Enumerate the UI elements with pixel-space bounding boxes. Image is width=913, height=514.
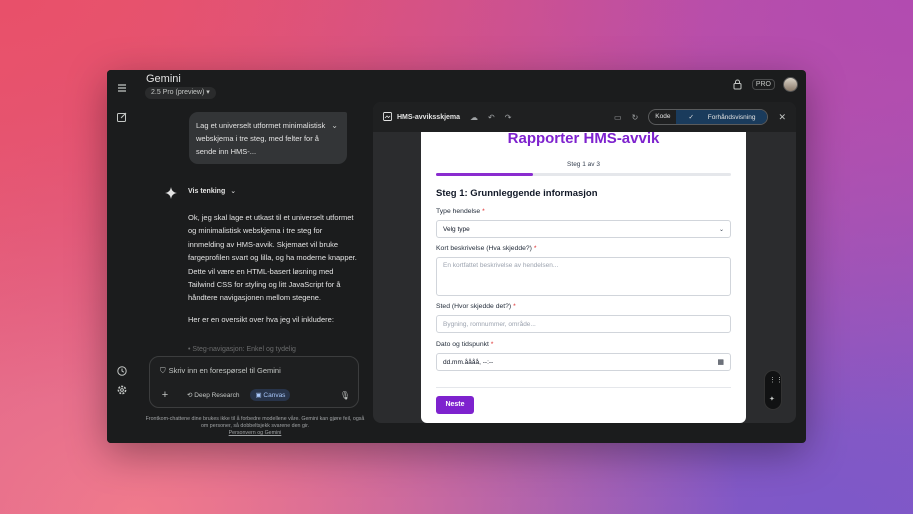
show-thinking-toggle[interactable]: Vis tenking ⌄ [188, 187, 236, 195]
user-message: Lag et universelt utformet minimalistisk… [189, 112, 347, 164]
redo-icon[interactable]: ↷ [505, 113, 512, 122]
reply-paragraph: Ok, jeg skal lage et utkast til et unive… [188, 213, 357, 303]
canvas-button[interactable]: ▣ Canvas [250, 389, 291, 401]
date-label-text: Dato og tidspunkt [436, 341, 489, 348]
gemini-spark-icon [165, 186, 177, 199]
shield-icon: ⛉ [160, 366, 166, 375]
app-title: Gemini [146, 73, 181, 85]
close-icon[interactable]: ✕ [778, 112, 786, 123]
description-label: Kort beskrivelse (Hva skjedde?) * [436, 245, 537, 252]
prompt-tools: + ⟲ Deep Research ▣ Canvas 🎙 [158, 387, 350, 403]
place-label-text: Sted (Hvor skjedde det?) [436, 303, 512, 310]
type-label-text: Type hendelse [436, 208, 481, 215]
document-icon [383, 108, 392, 126]
required-mark: * [482, 208, 485, 215]
prompt-box[interactable]: ⛉ Skriv inn en forespørsel til Gemini + ⟲… [149, 356, 359, 408]
user-message-text: Lag et universelt utformet minimalistisk… [196, 121, 326, 156]
menu-icon[interactable] [115, 82, 129, 96]
canvas-label: Canvas [263, 392, 286, 399]
expand-chevron-icon[interactable]: ⌄ [331, 119, 338, 132]
canvas-toolbar: HMS-avviksskjema ☁ ↶ ↷ ▭ ↻ Kode ✓ Forhån… [373, 102, 796, 132]
description-placeholder: En kortfattet beskrivelse av hendelsen..… [443, 262, 559, 269]
disclaimer: Frontkom-chattene dine brukes ikke til å… [145, 416, 365, 437]
description-textarea[interactable]: En kortfattet beskrivelse av hendelsen..… [436, 257, 731, 296]
top-bar: Gemini 2.5 Pro (preview) ▾ PRO [137, 70, 806, 102]
place-input[interactable]: Bygning, romnummer, område... [436, 315, 731, 333]
screen-icon[interactable]: ▭ [614, 113, 622, 122]
pro-badge: PRO [751, 79, 775, 90]
show-thinking-label: Vis tenking [188, 188, 226, 195]
required-mark: * [513, 303, 516, 310]
step-indicator: Steg 1 av 3 [567, 161, 600, 168]
required-mark: * [490, 341, 494, 348]
model-name: 2.5 Pro (preview) [151, 89, 205, 96]
gear-icon[interactable] [115, 384, 129, 398]
tab-preview[interactable]: ✓ Forhåndsvisning [676, 110, 768, 124]
form-heading: Rapporter HMS-avvik [507, 132, 660, 147]
microphone-icon[interactable]: 🎙 [340, 391, 350, 400]
undo-icon[interactable]: ↶ [488, 113, 495, 122]
type-select[interactable]: Velg type ⌄ [436, 220, 731, 238]
faded-text: • Steg-navigasjon: Enkel og tydelig [188, 346, 296, 353]
refresh-icon[interactable]: ↻ [632, 113, 639, 122]
chevron-down-icon: ⌄ [230, 188, 237, 195]
grid-icon[interactable]: ⋮⋮ [769, 376, 783, 384]
description-label-text: Kort beskrivelse (Hva skjedde?) [436, 245, 532, 252]
left-rail [107, 70, 137, 443]
tab-preview-label: Forhåndsvisning [707, 114, 756, 121]
model-selector[interactable]: 2.5 Pro (preview) ▾ [145, 87, 216, 99]
tab-code[interactable]: Kode [649, 110, 676, 124]
reply-faded-line: • Steg-navigasjon: Enkel og tydelig [188, 346, 296, 353]
cloud-save-icon[interactable]: ☁ [470, 113, 478, 122]
check-icon: ✓ [688, 114, 696, 121]
sparkle-edit-icon[interactable]: ✦ [769, 395, 775, 403]
progress-bar [436, 173, 731, 176]
chat-panel: Lag et universelt utformet minimalistisk… [137, 102, 372, 443]
step-title: Steg 1: Grunnleggende informasjon [436, 188, 598, 199]
canvas-panel: HMS-avviksskjema ☁ ↶ ↷ ▭ ↻ Kode ✓ Forhån… [373, 102, 796, 423]
canvas-title: HMS-avviksskjema [397, 113, 461, 121]
deep-research-label: Deep Research [194, 392, 240, 399]
divider [436, 387, 731, 388]
progress-fill [436, 173, 534, 176]
view-toggle: Kode ✓ Forhåndsvisning [648, 109, 769, 125]
history-icon[interactable] [115, 365, 129, 379]
place-placeholder: Bygning, romnummer, område... [443, 320, 536, 328]
disclaimer-text: Frontkom-chattene dine brukes ikke til å… [145, 416, 365, 429]
type-label: Type hendelse * [436, 208, 485, 215]
datetime-input[interactable]: dd.mm.åååå, --:-- ▦ [436, 353, 731, 371]
prompt-placeholder: Skriv inn en forespørsel til Gemini [168, 366, 281, 375]
deep-research-button[interactable]: ⟲ Deep Research [182, 389, 244, 401]
app-window: Gemini 2.5 Pro (preview) ▾ PRO Lag et un… [107, 70, 806, 443]
type-select-value: Velg type [443, 225, 470, 233]
calendar-icon[interactable]: ▦ [717, 358, 724, 366]
floating-tools: ⋮⋮ ✦ [764, 370, 783, 410]
edit-icon[interactable] [115, 111, 129, 125]
caret-down-icon: ▾ [206, 89, 210, 96]
next-button[interactable]: Neste [436, 396, 474, 414]
model-reply: Ok, jeg skal lage et utkast til et unive… [188, 211, 360, 334]
place-label: Sted (Hvor skjedde det?) * [436, 303, 516, 310]
canvas-toolbar-right: ▭ ↻ Kode ✓ Forhåndsvisning ✕ [604, 109, 786, 125]
privacy-link[interactable]: Personvern og Gemini [145, 430, 365, 437]
form-preview: Rapporter HMS-avvik Steg 1 av 3 Steg 1: … [421, 132, 746, 423]
prompt-input[interactable]: ⛉ Skriv inn en forespørsel til Gemini [160, 366, 281, 376]
top-actions: PRO [732, 77, 798, 92]
add-icon[interactable]: + [158, 389, 172, 401]
required-mark: * [533, 245, 537, 252]
lock-icon[interactable] [732, 79, 744, 91]
reply-paragraph: Her er en oversikt over hva jeg vil inkl… [188, 314, 334, 324]
chevron-down-icon: ⌄ [718, 226, 724, 233]
date-label: Dato og tidspunkt * [436, 341, 493, 348]
avatar[interactable] [783, 77, 798, 92]
datetime-value: dd.mm.åååå, --:-- [443, 358, 494, 366]
